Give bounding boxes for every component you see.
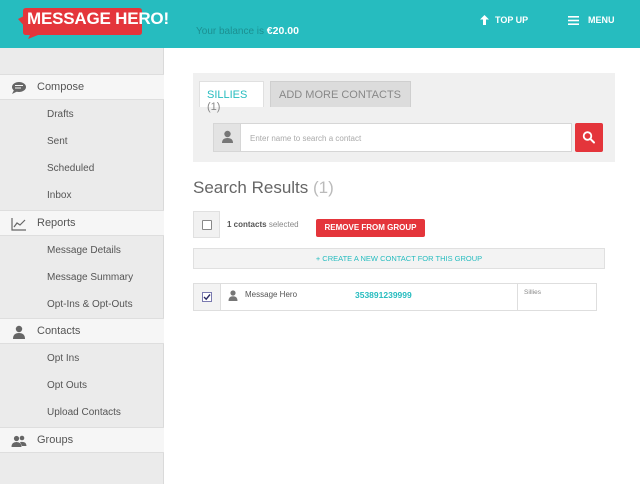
sidebar: Compose Drafts Sent Scheduled Inbox Repo…: [0, 48, 164, 484]
tab-group-count: (1): [207, 101, 221, 113]
top-up-button[interactable]: TOP UP: [480, 15, 528, 25]
balance-display: Your balance is €20.00: [196, 25, 299, 37]
tab-group-name: SILLIES: [207, 89, 248, 101]
sidebar-section-label: Reports: [37, 217, 76, 229]
search-results-title: Search Results: [193, 178, 309, 197]
contact-group: Sillies: [524, 289, 541, 296]
remove-from-group-button[interactable]: REMOVE FROM GROUP: [316, 219, 425, 237]
select-all-checkbox[interactable]: [202, 220, 212, 230]
tab-add-more-contacts[interactable]: ADD MORE CONTACTS: [270, 81, 411, 107]
contact-phone[interactable]: 353891239999: [355, 290, 412, 300]
select-all-box: [193, 211, 220, 238]
sidebar-item-drafts[interactable]: Drafts: [47, 109, 74, 120]
sidebar-section-compose[interactable]: Compose: [0, 74, 164, 100]
search-field: [213, 123, 572, 152]
sidebar-item-opt-ins[interactable]: Opt Ins: [47, 353, 79, 364]
top-up-label: TOP UP: [495, 15, 529, 25]
logo-text: MESSAGE HERO!: [27, 9, 169, 28]
speech-bubble-icon: [12, 82, 26, 94]
menu-button[interactable]: MENU: [568, 15, 615, 25]
balance-amount: €20.00: [266, 25, 299, 37]
sidebar-section-groups[interactable]: Groups: [0, 427, 164, 453]
search-results-heading: Search Results (1): [193, 178, 334, 198]
search-person-icon-box: [214, 124, 241, 151]
sidebar-section-label: Compose: [37, 81, 85, 93]
selected-suffix: selected: [268, 220, 299, 229]
row-checkbox-cell: [194, 284, 221, 310]
sidebar-item-opt-outs[interactable]: Opt Outs: [47, 380, 87, 391]
sidebar-item-inbox[interactable]: Inbox: [47, 190, 71, 201]
hamburger-icon: [568, 15, 579, 25]
menu-label: MENU: [588, 15, 615, 25]
contact-search-input[interactable]: [250, 130, 550, 146]
contact-name: Message Hero: [245, 290, 298, 299]
search-button[interactable]: [575, 123, 603, 152]
person-icon: [228, 290, 238, 301]
selected-count-text: 1 contacts selected: [227, 220, 299, 229]
column-divider: [517, 284, 518, 310]
sidebar-item-upload-contacts[interactable]: Upload Contacts: [47, 407, 121, 418]
sidebar-item-message-details[interactable]: Message Details: [47, 245, 121, 256]
sidebar-section-label: Groups: [37, 434, 74, 446]
people-icon: [11, 435, 27, 447]
sidebar-item-sent[interactable]: Sent: [47, 136, 68, 147]
person-icon: [13, 325, 25, 339]
table-row[interactable]: Message Hero 353891239999 Sillies: [193, 283, 597, 311]
balance-label: Your balance is: [196, 26, 265, 37]
person-icon: [222, 130, 233, 143]
sidebar-section-reports[interactable]: Reports: [0, 210, 164, 236]
top-header: MESSAGE HERO! Your balance is €20.00 TOP…: [0, 0, 640, 48]
selected-count: 1 contacts: [227, 220, 267, 229]
sidebar-item-opt-ins-opt-outs[interactable]: Opt-Ins & Opt-Outs: [47, 299, 133, 310]
sidebar-section-label: Contacts: [37, 325, 81, 337]
create-new-contact-button[interactable]: + CREATE A NEW CONTACT FOR THIS GROUP: [193, 248, 605, 269]
arrow-up-icon: [480, 15, 489, 25]
tab-group-sillies[interactable]: SILLIES (1): [199, 81, 264, 113]
search-results-count: (1): [313, 178, 334, 197]
row-checkbox-checked[interactable]: [202, 292, 212, 302]
sidebar-item-message-summary[interactable]: Message Summary: [47, 272, 133, 283]
sidebar-item-scheduled[interactable]: Scheduled: [47, 163, 94, 174]
search-icon: [582, 131, 595, 144]
line-chart-icon: [11, 218, 26, 231]
sidebar-section-contacts[interactable]: Contacts: [0, 318, 164, 344]
